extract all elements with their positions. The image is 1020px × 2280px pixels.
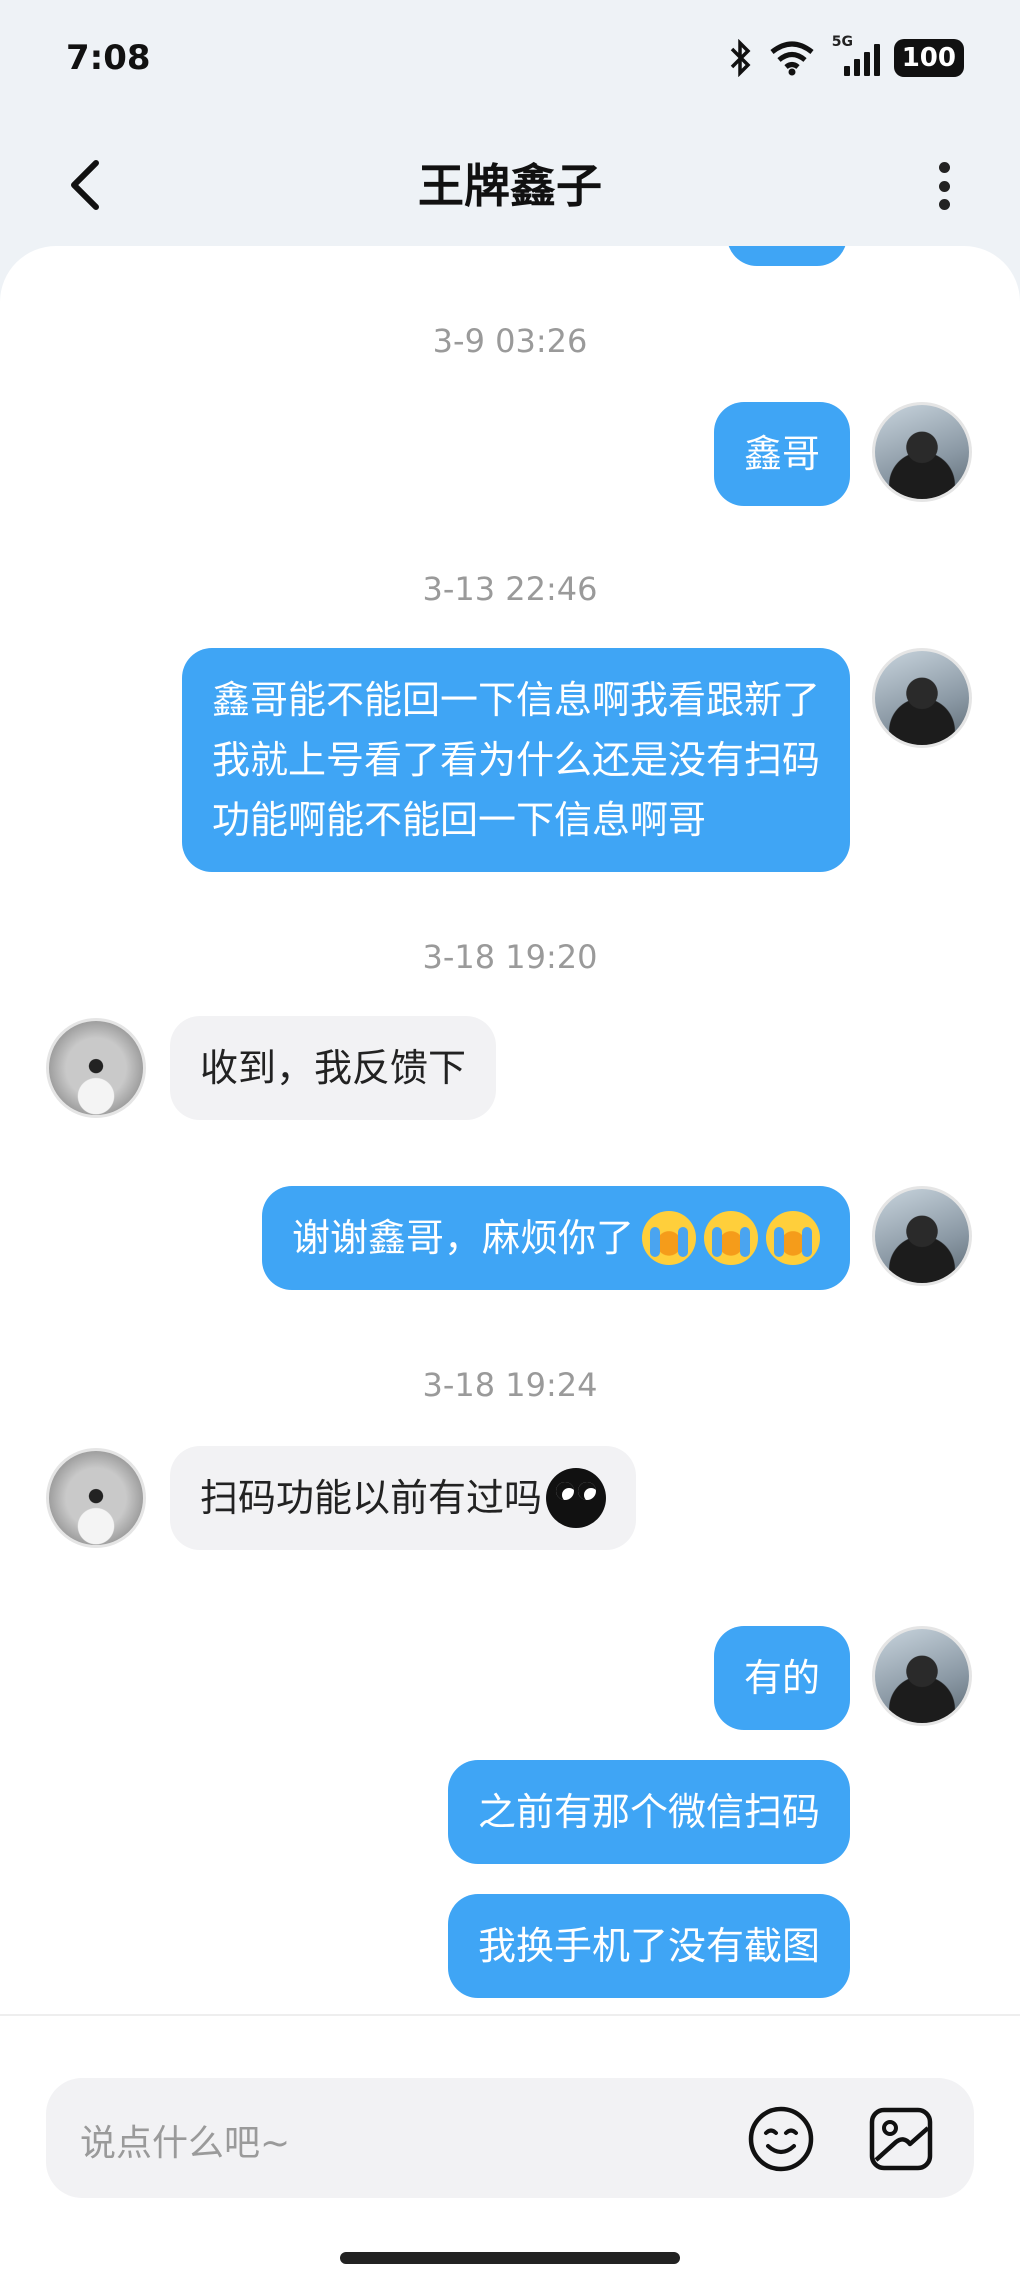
incoming-message[interactable]: 扫码功能以前有过吗 <box>170 1446 637 1550</box>
bluetooth-icon <box>730 39 751 77</box>
contact-avatar[interactable] <box>46 1448 146 1548</box>
sweat-black-emoji <box>546 1468 607 1528</box>
chat-header: 王牌鑫子 <box>0 130 1020 240</box>
cellular-signal-icon: 5G <box>832 34 880 78</box>
message-timestamp: 3-18 19:20 <box>422 938 598 976</box>
outgoing-message[interactable]: 谢谢鑫哥，麻烦你了 <box>261 1186 850 1290</box>
my-avatar[interactable] <box>872 648 972 748</box>
message-timestamp: 3-13 22:46 <box>422 570 598 608</box>
message-timestamp: 3-18 19:24 <box>422 1366 598 1404</box>
chat-title: 王牌鑫子 <box>418 159 602 213</box>
my-avatar[interactable] <box>872 1626 972 1726</box>
outgoing-message[interactable]: 有的 <box>713 1626 850 1730</box>
outgoing-message[interactable]: 我换手机了没有截图 <box>447 1894 850 1998</box>
image-icon <box>869 2107 933 2171</box>
battery-indicator: 100 <box>893 39 964 77</box>
status-icons: 5G 100 <box>728 34 964 78</box>
image-button[interactable] <box>866 2104 936 2174</box>
message-text: 谢谢鑫哥，麻烦你了 <box>291 1216 634 1260</box>
outgoing-message[interactable]: 之前有那个微信扫码 <box>447 1760 850 1864</box>
message-timestamp: 3-9 03:26 <box>432 322 588 360</box>
contact-avatar[interactable] <box>46 1018 146 1118</box>
input-placeholder: 说点什么吧~ <box>80 2123 291 2164</box>
outgoing-message[interactable]: 鑫哥 <box>713 402 850 506</box>
composer: 说点什么吧~ <box>0 2014 1020 2280</box>
status-bar: 7:08 5G 100 <box>0 0 1020 120</box>
home-indicator[interactable] <box>340 2252 680 2264</box>
my-avatar[interactable] <box>872 402 972 502</box>
message-text: 扫码功能以前有过吗 <box>200 1476 543 1520</box>
outgoing-message[interactable]: 鑫哥能不能回一下信息啊我看跟新了 我就上号看了看为什么还是没有扫码 功能啊能不能… <box>181 648 850 872</box>
crying-emoji <box>642 1211 696 1265</box>
crying-emoji <box>766 1211 820 1265</box>
my-avatar[interactable] <box>872 1186 972 1286</box>
status-time: 7:08 <box>66 38 151 78</box>
emoji-icon <box>748 2106 814 2172</box>
more-options-button[interactable] <box>924 158 964 214</box>
emoji-button[interactable] <box>746 2104 816 2174</box>
incoming-message[interactable]: 收到，我反馈下 <box>170 1016 497 1120</box>
wifi-icon <box>770 41 814 76</box>
crying-emoji <box>704 1211 758 1265</box>
more-vertical-icon <box>938 162 950 173</box>
message-input[interactable]: 说点什么吧~ <box>46 2078 974 2198</box>
message-list[interactable]: 3-9 03:26 鑫哥 3-13 22:46 鑫哥能不能回一下信息啊我看跟新了… <box>0 246 1020 2014</box>
message-bubble-partial <box>727 246 847 266</box>
